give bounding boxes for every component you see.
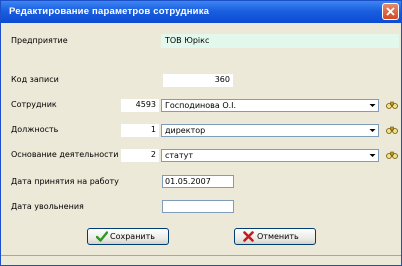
dismissal-date-label: Дата увольнения bbox=[11, 202, 84, 211]
window-title: Редактирование параметров сотрудника bbox=[9, 6, 210, 17]
save-button[interactable]: Сохранить bbox=[87, 228, 169, 245]
basis-label: Основание деятельности bbox=[11, 150, 119, 159]
hire-date-label: Дата принятия на работу bbox=[11, 177, 119, 186]
enterprise-value: ТОВ Юрікс bbox=[165, 36, 210, 45]
enterprise-label: Предприятие bbox=[11, 36, 68, 45]
employee-code-field[interactable]: 4593 bbox=[121, 99, 159, 112]
checkmark-icon bbox=[96, 231, 108, 242]
cancel-button-label: Отменить bbox=[257, 232, 299, 241]
position-code-field[interactable]: 1 bbox=[121, 124, 159, 137]
x-icon bbox=[243, 231, 254, 242]
cancel-button[interactable]: Отменить bbox=[234, 228, 316, 245]
binoculars-icon[interactable] bbox=[386, 125, 398, 135]
position-select-value: директор bbox=[165, 126, 206, 135]
employee-select[interactable]: Господинова О.І. bbox=[161, 99, 379, 112]
bottom-divider bbox=[1, 255, 401, 256]
basis-select-value: статут bbox=[165, 151, 194, 160]
title-bar[interactable]: Редактирование параметров сотрудника bbox=[1, 1, 401, 23]
binoculars-icon[interactable] bbox=[386, 150, 398, 160]
position-select[interactable]: директор bbox=[161, 124, 379, 137]
save-button-label: Сохранить bbox=[110, 232, 155, 241]
dialog-content: Предприятие ТОВ Юрікс Код записи 360 Сот… bbox=[1, 23, 401, 265]
close-icon bbox=[386, 7, 395, 16]
dialog-window: Редактирование параметров сотрудника Пре… bbox=[0, 0, 402, 266]
basis-select[interactable]: статут bbox=[161, 149, 379, 162]
close-button[interactable] bbox=[382, 3, 399, 20]
binoculars-icon[interactable] bbox=[386, 100, 398, 110]
record-code-label: Код записи bbox=[11, 75, 59, 84]
dismissal-date-field[interactable] bbox=[162, 200, 234, 213]
employee-select-value: Господинова О.І. bbox=[165, 101, 237, 110]
employee-label: Сотрудник bbox=[11, 100, 57, 109]
basis-code-field[interactable]: 2 bbox=[121, 149, 159, 162]
chevron-down-icon[interactable] bbox=[368, 101, 377, 110]
record-code-field: 360 bbox=[163, 74, 233, 87]
chevron-down-icon[interactable] bbox=[368, 151, 377, 160]
position-label: Должность bbox=[11, 125, 59, 134]
hire-date-field[interactable]: 01.05.2007 bbox=[162, 175, 234, 188]
chevron-down-icon[interactable] bbox=[368, 126, 377, 135]
